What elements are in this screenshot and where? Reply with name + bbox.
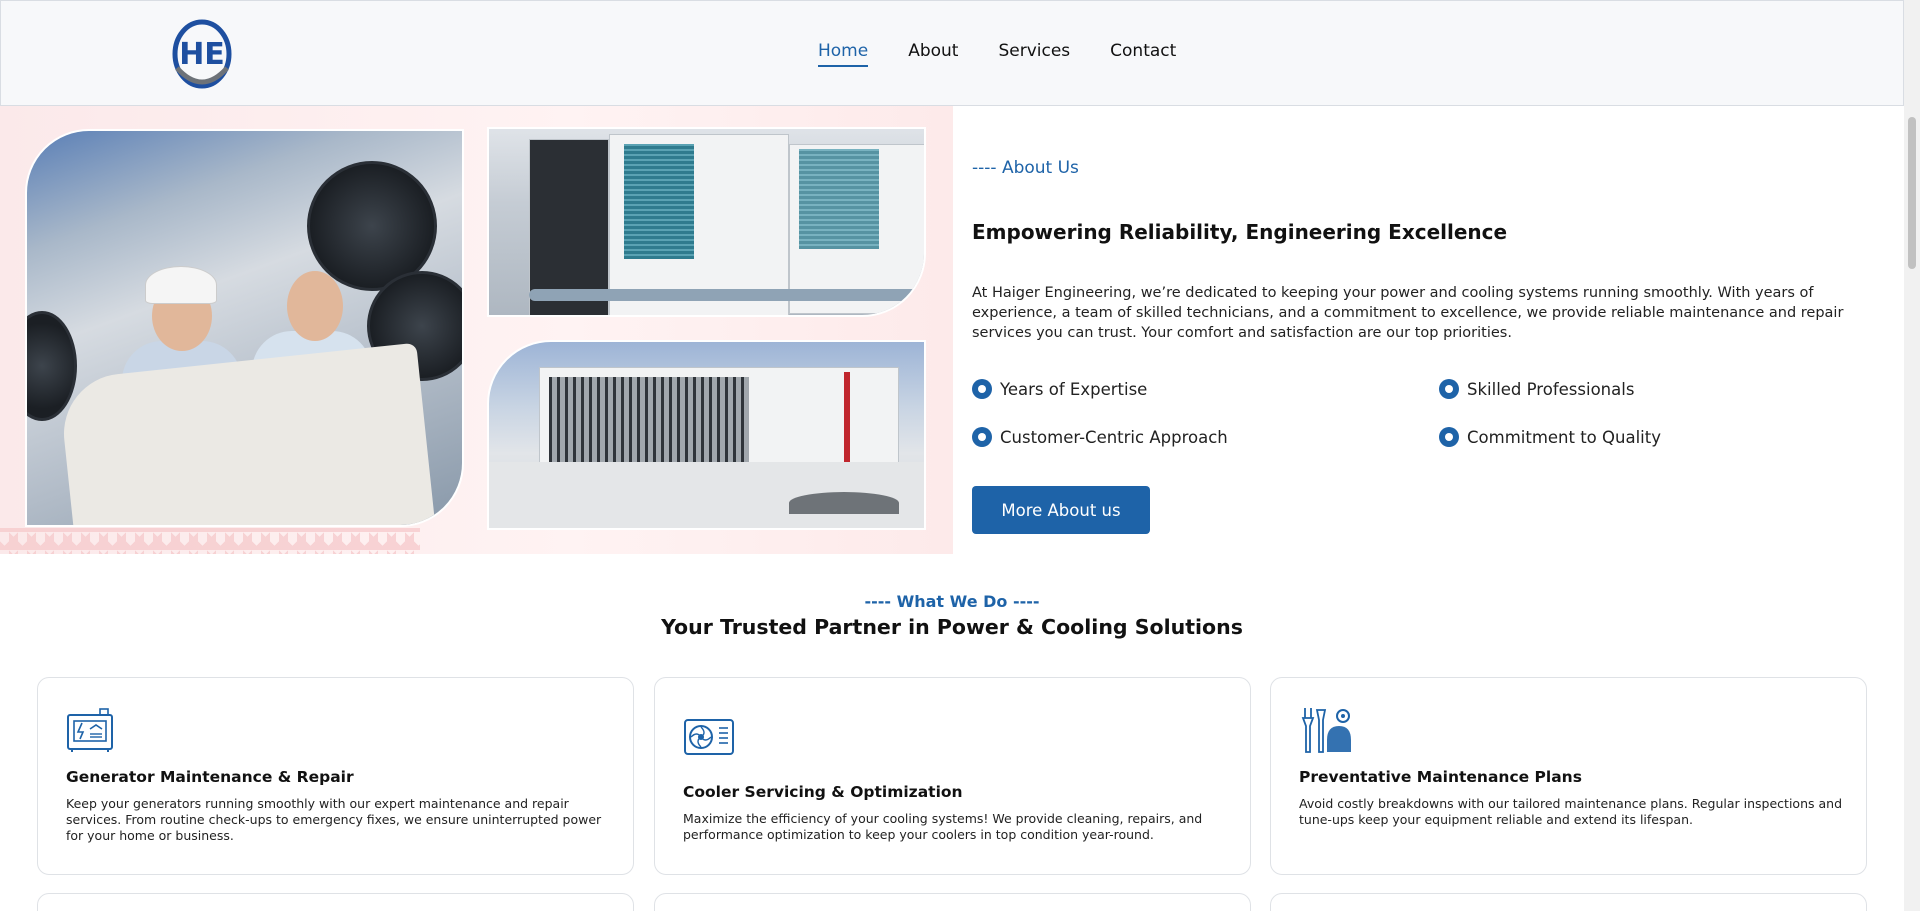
about-title: Empowering Reliability, Engineering Exce… [972, 220, 1508, 244]
check-circle-icon [972, 427, 992, 447]
feature-label: Years of Expertise [1000, 379, 1148, 399]
feature-label: Commitment to Quality [1467, 427, 1661, 447]
about-description: At Haiger Engineering, we’re dedicated t… [972, 285, 1844, 341]
more-about-button[interactable]: More About us [972, 486, 1150, 534]
maintenance-tools-icon [1301, 708, 1351, 753]
page-scrollbar[interactable] [1904, 0, 1920, 911]
logo-text: HE [179, 37, 225, 72]
card-description: Maximize the efficiency of your cooling … [683, 811, 1203, 842]
services-title: Your Trusted Partner in Power & Cooling … [661, 615, 1243, 639]
service-card[interactable]: Preventative Maintenance Plans Avoid cos… [1270, 677, 1867, 875]
service-card-partial[interactable] [1270, 893, 1867, 911]
cooling-unit-photo [487, 340, 926, 530]
card-description: Avoid costly breakdowns with our tailore… [1299, 796, 1842, 827]
main-nav: Home About Services Contact [818, 41, 1176, 67]
nav-services[interactable]: Services [998, 41, 1070, 67]
pipe-shape [529, 289, 924, 301]
service-card[interactable]: Cooler Servicing & Optimization Maximize… [654, 677, 1251, 875]
service-card-partial[interactable] [654, 893, 1251, 911]
person-head-shape [287, 271, 343, 341]
helmet-shape [145, 266, 217, 304]
grille-shape [799, 149, 879, 249]
grille-shape [624, 144, 694, 259]
feature-item: Customer-Centric Approach [972, 427, 1228, 447]
nav-about[interactable]: About [908, 41, 958, 67]
about-kicker: ---- About Us [972, 158, 1079, 178]
nav-home[interactable]: Home [818, 41, 869, 67]
engineers-photo [25, 129, 464, 527]
fan-shape [27, 311, 77, 421]
check-circle-icon [1439, 379, 1459, 399]
decorative-triangle-pattern [0, 528, 420, 554]
nav-contact[interactable]: Contact [1110, 41, 1176, 67]
services-kicker: ---- What We Do ---- [864, 592, 1040, 611]
feature-item: Commitment to Quality [1439, 427, 1661, 447]
vent-cap-shape [789, 492, 899, 514]
card-title: Preventative Maintenance Plans [1299, 768, 1582, 786]
check-circle-icon [972, 379, 992, 399]
company-logo[interactable]: HE [171, 18, 233, 90]
feature-item: Skilled Professionals [1439, 379, 1634, 399]
scrollbar-thumb[interactable] [1908, 117, 1916, 269]
blueprint-shape [58, 342, 436, 525]
service-card-partial[interactable] [37, 893, 634, 911]
feature-label: Skilled Professionals [1467, 379, 1635, 399]
card-title: Cooler Servicing & Optimization [683, 783, 963, 801]
ac-units-photo [487, 127, 926, 317]
site-header: HE Home About Services Contact [0, 0, 1904, 106]
feature-label: Customer-Centric Approach [1000, 427, 1228, 447]
air-conditioner-icon [684, 719, 734, 755]
feature-item: Years of Expertise [972, 379, 1147, 399]
service-card[interactable]: Generator Maintenance & Repair Keep your… [37, 677, 634, 875]
card-description: Keep your generators running smoothly wi… [66, 796, 602, 843]
generator-icon [67, 708, 113, 752]
card-title: Generator Maintenance & Repair [66, 768, 354, 786]
check-circle-icon [1439, 427, 1459, 447]
